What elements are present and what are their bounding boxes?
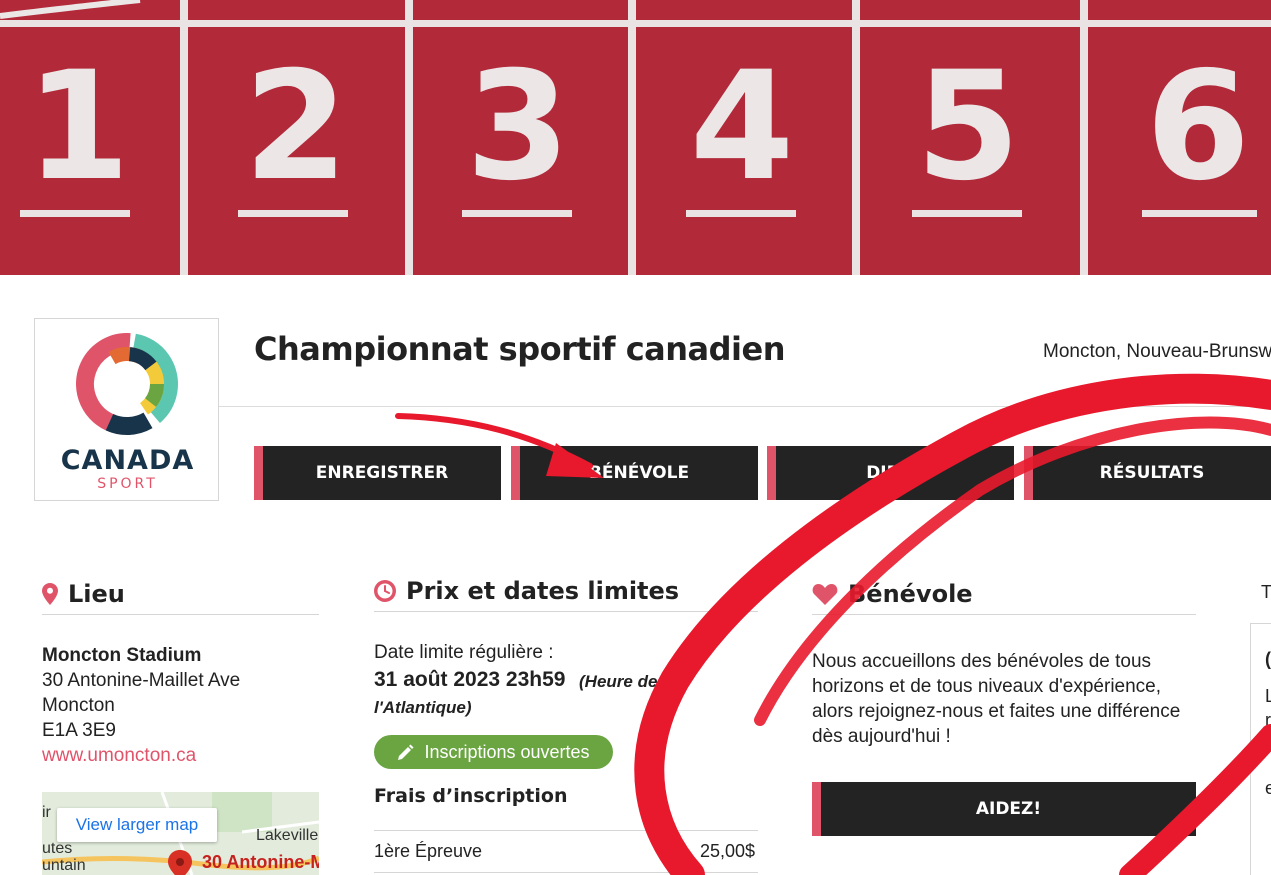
venue-postal: E1A 3E9 — [42, 720, 116, 741]
logo-sub: SPORT — [97, 476, 158, 492]
divider — [219, 406, 1271, 407]
map-pin-label: 30 Antonine-M — [202, 852, 319, 872]
status-badge: Inscriptions ouvertes — [374, 735, 613, 769]
lane-number: 3 — [466, 40, 570, 214]
lane-number: 1 — [26, 40, 130, 214]
help-button[interactable]: AIDEZ! — [812, 782, 1196, 836]
fee-price: 25,00$ — [700, 841, 756, 861]
volunteer-nav-button[interactable]: BÉNÉVOLE — [511, 446, 758, 500]
view-larger-map-button[interactable]: View larger map — [57, 808, 217, 842]
map-place: untain — [42, 857, 86, 874]
benevole-heading-text: Bénévole — [848, 580, 973, 608]
divider — [42, 614, 319, 615]
register-button[interactable]: ENREGISTRER — [254, 446, 501, 500]
venue-website-link[interactable]: www.umoncton.ca — [42, 745, 196, 767]
page-title: Championnat sportif canadien — [254, 330, 786, 368]
text-fragment: i — [1265, 734, 1269, 754]
lieu-heading-text: Lieu — [68, 580, 125, 608]
lane-number: 2 — [244, 40, 348, 214]
text-fragment: L — [1265, 686, 1271, 706]
event-location: Moncton, Nouveau-Brunsw — [1043, 341, 1271, 362]
deadline-label: Date limite régulière : — [374, 642, 554, 663]
hero-banner: 1 2 3 4 5 6 — [0, 0, 1271, 275]
venue-city: Moncton — [42, 695, 115, 716]
track-image: 1 2 3 4 5 6 — [0, 0, 1271, 275]
map-place: Lakeville — [256, 827, 319, 844]
divider — [374, 830, 758, 831]
status-text: Inscriptions ouvertes — [424, 741, 590, 762]
fee-name: 1ère Épreuve — [374, 841, 483, 861]
text-fragment: ( — [1265, 649, 1271, 669]
clock-icon — [374, 580, 396, 602]
venue-address: 30 Antonine-Maillet Ave — [42, 670, 241, 691]
benevole-heading: Bénévole — [812, 580, 973, 608]
right-heading-fragment: T — [1261, 582, 1271, 602]
right-panel: ( L r i e — [1250, 623, 1271, 875]
prix-heading-text: Prix et dates limites — [406, 577, 680, 605]
fees-title: Frais d’inscription — [374, 785, 568, 807]
map-place: utes — [42, 840, 73, 857]
logo-word: CANADA — [60, 445, 195, 476]
directions-button[interactable]: DIREC — [767, 446, 1014, 500]
deadline-timezone: (Heure de — [579, 672, 658, 691]
venue-map[interactable]: ir utes untain Lakeville View larger map… — [42, 792, 319, 875]
divider — [374, 611, 758, 612]
lane-number: 5 — [916, 40, 1020, 214]
pencil-icon — [398, 744, 414, 760]
text-fragment: e — [1265, 778, 1271, 798]
text-fragment: r — [1265, 710, 1271, 730]
deadline-timezone-cont: l'Atlantique) — [374, 698, 472, 717]
lane-number: 6 — [1146, 40, 1250, 214]
lieu-heading: Lieu — [42, 580, 125, 608]
divider — [812, 614, 1196, 615]
prix-heading: Prix et dates limites — [374, 577, 679, 605]
venue-name: Moncton Stadium — [42, 645, 202, 666]
map-place: ir — [42, 804, 51, 821]
deadline-date: 31 août 2023 23h59 — [374, 668, 566, 691]
volunteer-description: Nous accueillons des bénévoles de tous h… — [812, 651, 1181, 747]
event-logo: CANADA SPORT — [34, 318, 219, 501]
lane-number: 4 — [690, 40, 794, 214]
map-marker-icon — [168, 850, 192, 875]
logo-ring-icon — [76, 333, 178, 435]
map-pin-icon — [42, 583, 58, 605]
heart-icon — [812, 584, 838, 605]
results-button[interactable]: RÉSULTATS — [1024, 446, 1271, 500]
divider — [374, 872, 758, 873]
